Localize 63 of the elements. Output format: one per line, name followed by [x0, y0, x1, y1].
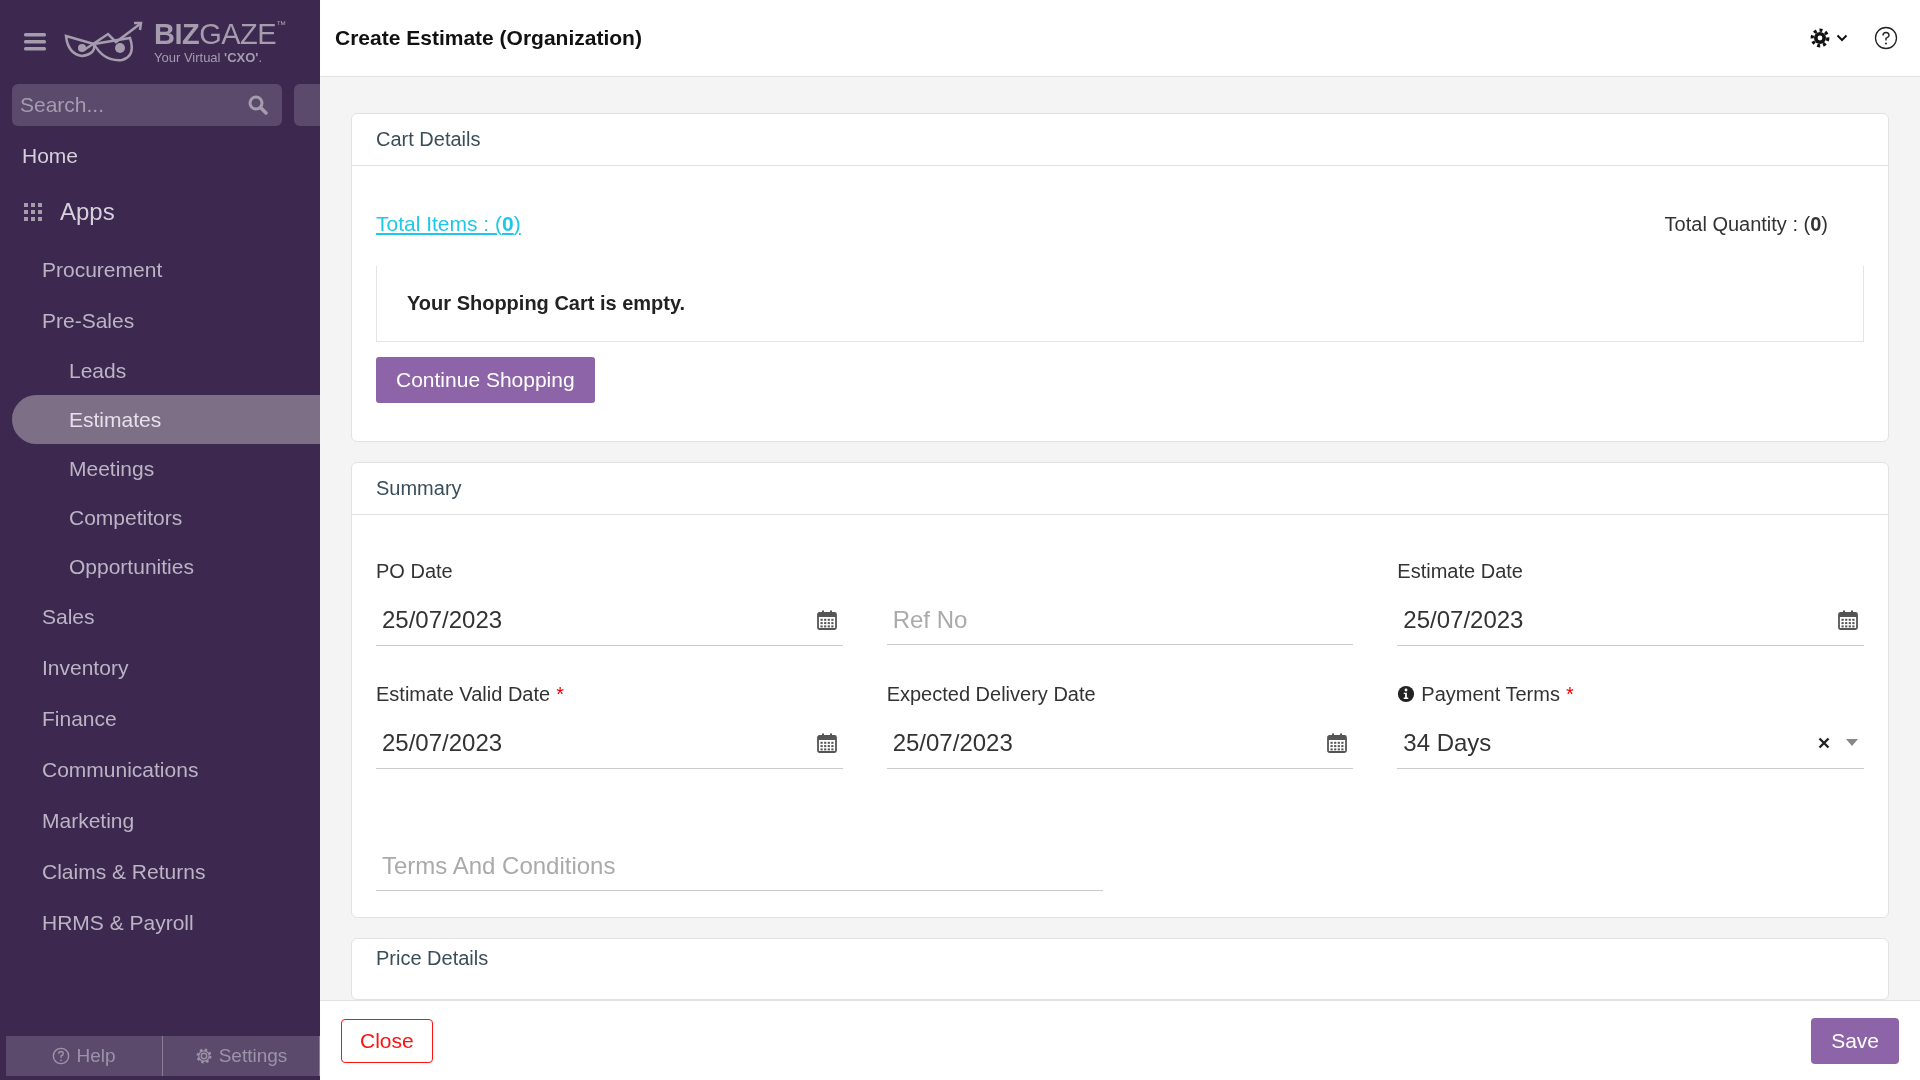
- card-title: Summary: [376, 477, 462, 499]
- nav-item[interactable]: Pre-Sales: [0, 295, 320, 346]
- nav-item[interactable]: HRMS & Payroll: [0, 897, 320, 948]
- nav-subitem[interactable]: Leads: [12, 346, 320, 395]
- total-quantity: Total Quantity : (0): [1664, 212, 1828, 236]
- field-label: Estimate Date: [1397, 559, 1523, 583]
- nav-subitem[interactable]: Estimates: [12, 395, 320, 444]
- field-value: 25/07/2023: [892, 729, 1014, 757]
- field-label: Payment Terms: [1421, 682, 1560, 706]
- card-title: Cart Details: [376, 128, 481, 150]
- calendar-icon[interactable]: [1327, 733, 1348, 753]
- settings-dropdown[interactable]: [1810, 28, 1848, 48]
- date-field[interactable]: 25/07/2023: [886, 718, 1354, 769]
- card-title: Price Details: [376, 947, 489, 969]
- nav-item[interactable]: Home: [0, 126, 320, 180]
- date-field[interactable]: 25/07/2023: [376, 718, 843, 769]
- page-title: Create Estimate (Organization): [335, 26, 642, 50]
- payment-terms-select[interactable]: 34 Days: [1397, 718, 1864, 769]
- nav-item[interactable]: Communications: [0, 744, 320, 795]
- search-field[interactable]: Search...: [12, 84, 282, 126]
- field-label: Expected Delivery Date: [886, 682, 1096, 706]
- field-value: 25/07/2023: [1403, 606, 1525, 634]
- apps-label: Apps: [60, 198, 115, 226]
- settings-icon: [1810, 28, 1830, 48]
- search-icon: [248, 95, 268, 115]
- date-field[interactable]: 25/07/2023: [1397, 595, 1864, 646]
- menu-icon[interactable]: [24, 33, 46, 51]
- brand-name: BIZGAZE$^{™}$: [154, 20, 286, 49]
- help-icon: [52, 1047, 71, 1065]
- dropdown-caret-icon[interactable]: [1846, 739, 1858, 747]
- grid-icon: [24, 203, 42, 221]
- nav-item[interactable]: Marketing: [0, 795, 320, 846]
- ref-no-field[interactable]: Ref No: [886, 595, 1354, 645]
- clear-icon[interactable]: [1818, 737, 1830, 749]
- field-value: 25/07/2023: [382, 729, 504, 757]
- continue-shopping-button[interactable]: Continue Shopping: [376, 357, 595, 403]
- field-label: Estimate Valid Date: [376, 682, 551, 706]
- nav-item[interactable]: Inventory: [0, 642, 320, 693]
- nav-item[interactable]: Procurement: [0, 244, 320, 295]
- help-icon[interactable]: [1874, 26, 1898, 50]
- nav-item[interactable]: Claims & Returns: [0, 846, 320, 897]
- caret-icon: [1836, 34, 1848, 42]
- nav-subitem[interactable]: Meetings: [12, 444, 320, 493]
- tagline: Your Virtual 'CXO'.: [154, 51, 264, 64]
- nav-item[interactable]: Sales: [0, 591, 320, 642]
- calendar-icon[interactable]: [1838, 610, 1858, 630]
- nav-item[interactable]: Finance: [0, 693, 320, 744]
- nav-subitem[interactable]: Opportunities: [12, 542, 320, 591]
- date-field[interactable]: 25/07/2023: [376, 595, 843, 646]
- required-mark: *: [1565, 682, 1574, 706]
- required-mark: *: [556, 682, 564, 706]
- field-value: 25/07/2023: [382, 606, 504, 634]
- field-value: 34 Days: [1403, 729, 1493, 757]
- save-button[interactable]: Save: [1811, 1017, 1899, 1064]
- close-button[interactable]: Close: [341, 1018, 433, 1063]
- settings-icon: [194, 1047, 213, 1065]
- empty-cart-message: Your Shopping Cart is empty.: [407, 292, 686, 314]
- calendar-icon[interactable]: [816, 610, 837, 630]
- terms-field[interactable]: Terms And Conditions: [376, 841, 1103, 891]
- calendar-icon[interactable]: [816, 733, 837, 753]
- apps-item[interactable]: Apps: [0, 180, 320, 244]
- nav-subitem[interactable]: Competitors: [12, 493, 320, 542]
- field-label: PO Date: [376, 559, 453, 583]
